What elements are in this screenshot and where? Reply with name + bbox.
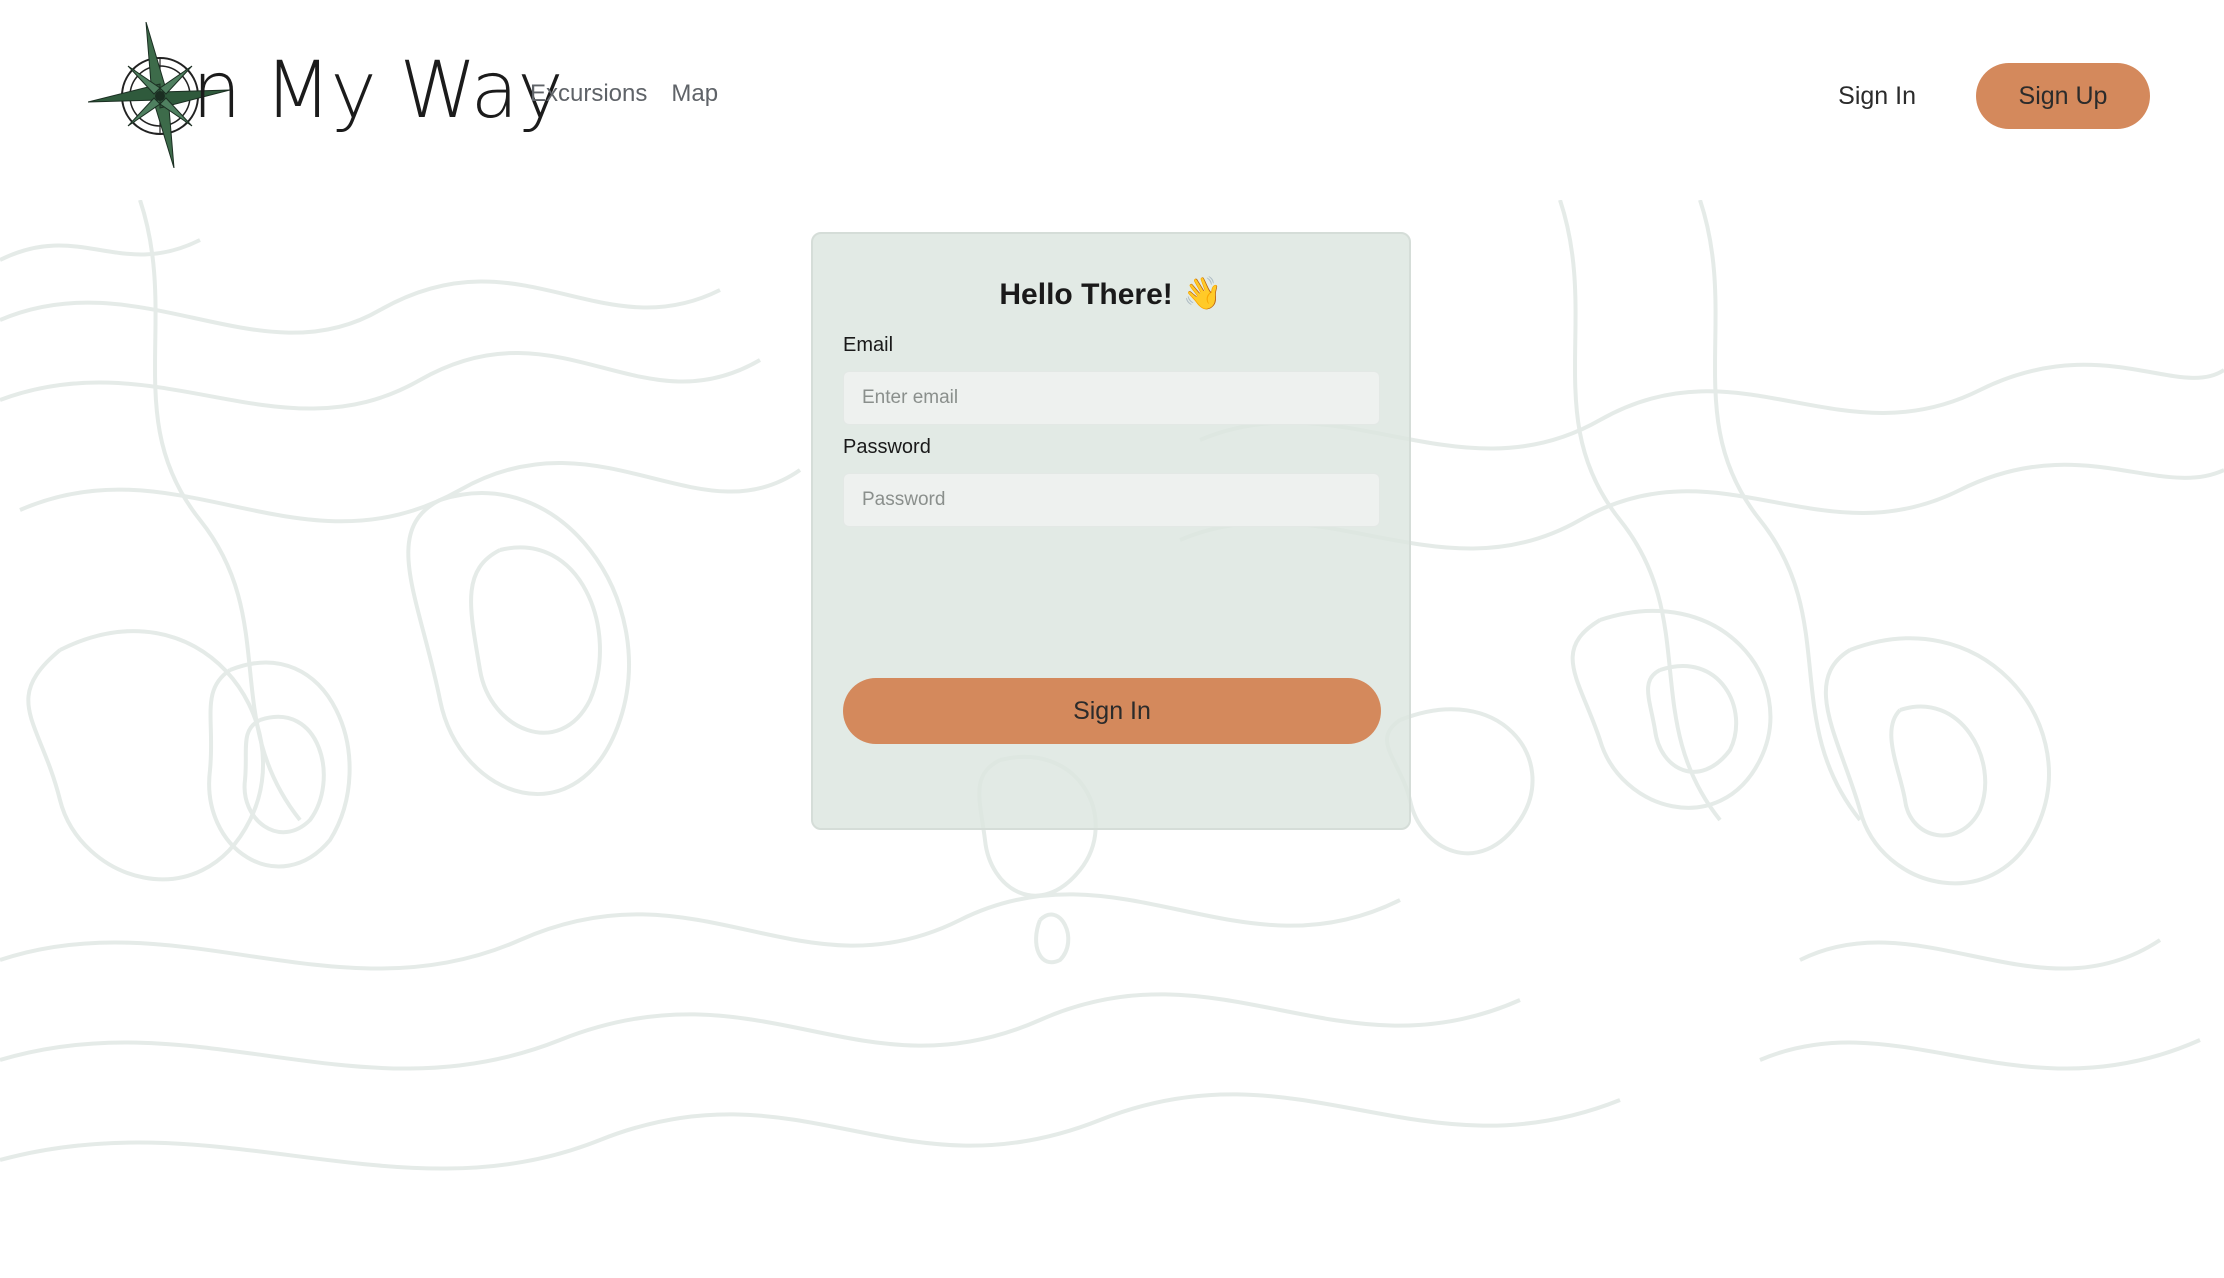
email-field[interactable]	[843, 371, 1380, 425]
auth-nav: Sign In Sign Up	[1838, 63, 2150, 129]
page: n My Way Excursions Map Sign In Sign Up …	[0, 0, 2224, 1278]
sign-in-submit-button[interactable]: Sign In	[843, 678, 1381, 744]
email-label: Email	[843, 334, 894, 356]
nav-link-excursions[interactable]: Excursions	[530, 80, 647, 108]
brand-logo-link[interactable]: n My Way	[88, 22, 564, 172]
main-nav: Excursions Map	[530, 80, 718, 108]
nav-link-map[interactable]: Map	[671, 80, 718, 108]
login-card: Hello There! 👋 Email Password Sign In	[811, 232, 1411, 830]
navbar: n My Way Excursions Map Sign In Sign Up	[0, 0, 2224, 200]
password-field[interactable]	[843, 473, 1380, 527]
waving-hand-icon: 👋	[1182, 275, 1223, 311]
sign-up-button[interactable]: Sign Up	[1976, 63, 2150, 129]
password-label: Password	[843, 436, 931, 458]
login-title: Hello There! 👋	[813, 274, 1409, 312]
brand-name: n My Way	[192, 46, 564, 136]
nav-sign-in-link[interactable]: Sign In	[1838, 82, 1916, 111]
login-title-text: Hello There!	[999, 278, 1173, 311]
